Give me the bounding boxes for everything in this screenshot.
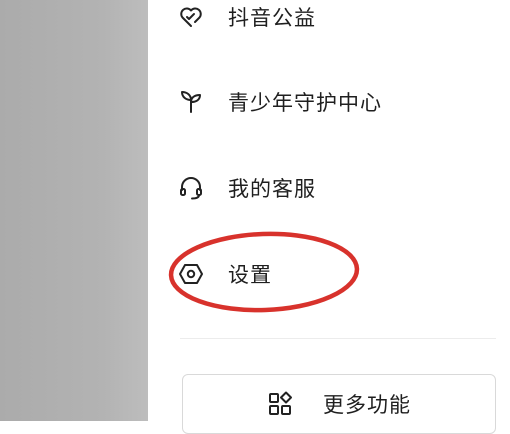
menu-divider: [180, 338, 496, 339]
more-features-button[interactable]: 更多功能: [182, 374, 496, 434]
menu-item-label: 抖音公益: [228, 6, 316, 30]
grid-apps-icon: [267, 390, 295, 418]
menu-item-label: 青少年守护中心: [228, 91, 382, 115]
heart-charity-icon: [178, 4, 204, 30]
sprout-icon: [178, 89, 204, 115]
menu-item-youth-protection[interactable]: 青少年守护中心: [178, 76, 478, 128]
hexagon-settings-icon: [178, 261, 204, 287]
menu-item-label: 我的客服: [228, 177, 316, 201]
dimmed-background-overlay[interactable]: [0, 0, 148, 421]
side-menu-panel: 抖音公益 青少年守护中心 我的客服 设置 更多功能: [148, 0, 510, 434]
headset-icon: [178, 175, 204, 201]
menu-item-label: 设置: [228, 263, 272, 287]
menu-item-settings[interactable]: 设置: [178, 248, 478, 300]
menu-item-customer-service[interactable]: 我的客服: [178, 162, 478, 214]
more-features-label: 更多功能: [323, 393, 411, 417]
menu-item-douyin-charity[interactable]: 抖音公益: [178, 0, 478, 43]
